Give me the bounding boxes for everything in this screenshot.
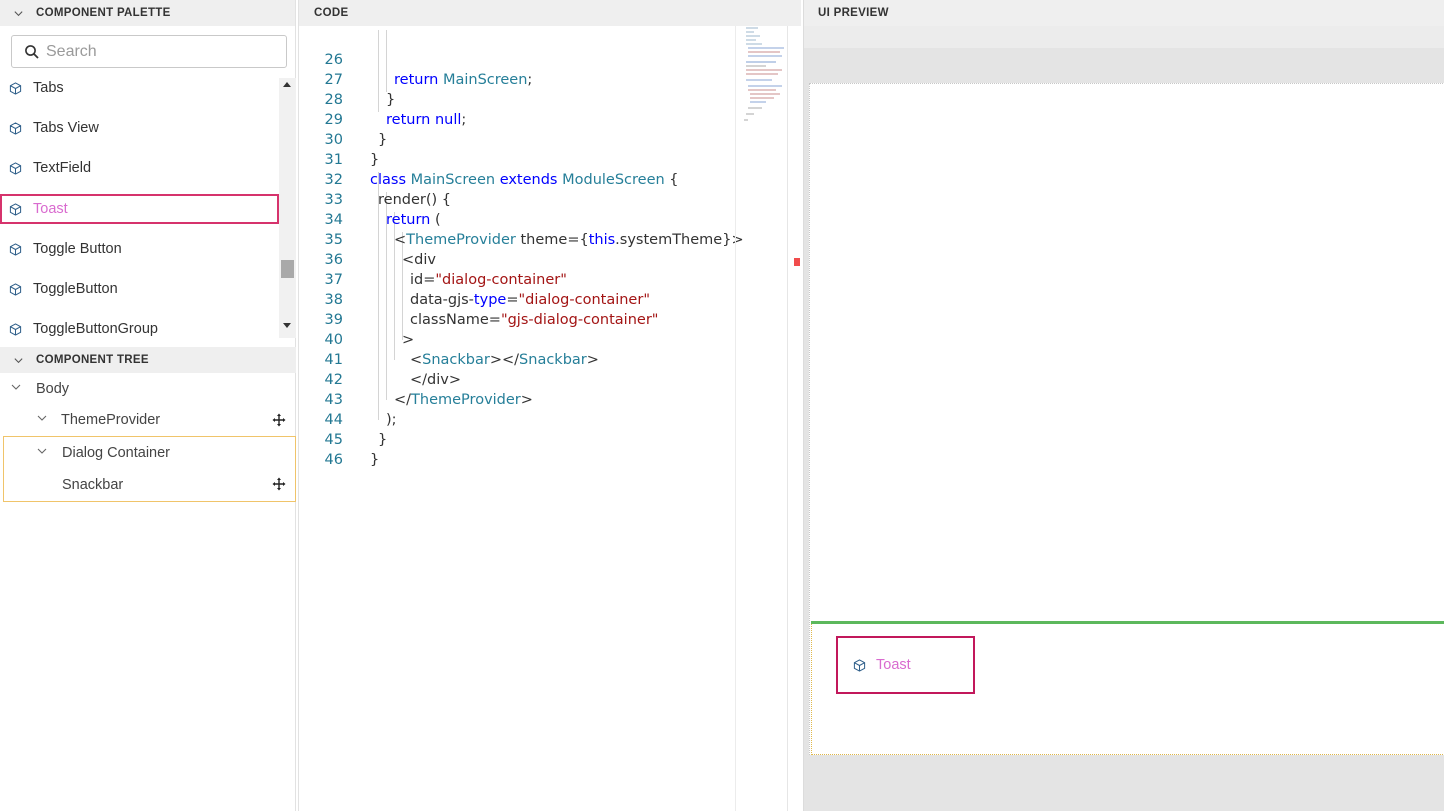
code-scrollbar[interactable] <box>787 26 801 811</box>
palette-item-togglebutton[interactable]: ToggleButton <box>0 274 279 304</box>
tree-node-label: ThemeProvider <box>61 412 161 428</box>
code-line: 43 ); <box>299 370 735 428</box>
left-panel: COMPONENT PALETTE Tabs Tabs View TextFie… <box>0 0 296 811</box>
scroll-down-arrow-icon[interactable] <box>283 323 291 328</box>
tree-node-label: Snackbar <box>62 477 124 493</box>
code-line: 29 } <box>299 90 735 148</box>
code-text: } <box>370 452 380 468</box>
palette-item-togglebuttongroup[interactable]: ToggleButtonGroup <box>0 314 279 340</box>
minimap-preview <box>744 27 784 121</box>
code-panel: CODE 26 return MainScreen; 27 } 28 retur… <box>298 0 801 811</box>
palette-item-label: Toast <box>33 201 68 217</box>
palette-scrollbar[interactable] <box>279 78 296 338</box>
cube-icon <box>9 322 22 336</box>
code-line: 41 </div> <box>299 330 735 388</box>
tree-node-themeprovider[interactable]: ThemeProvider <box>36 405 160 435</box>
palette-item-toast[interactable]: Toast <box>0 194 279 224</box>
code-line: 42 </ThemeProvider> <box>299 350 735 408</box>
drop-indicator <box>811 621 1444 624</box>
code-line: 34 <ThemeProvider theme={this.systemThem… <box>299 190 744 248</box>
scroll-up-arrow-icon[interactable] <box>283 82 291 87</box>
tree-node-label: Body <box>36 381 70 397</box>
palette-item-label: ToggleButtonGroup <box>33 321 158 337</box>
code-line: 37 data-gjs-type="dialog-container" <box>299 250 735 308</box>
code-title: CODE <box>314 7 349 19</box>
cube-icon <box>9 161 22 175</box>
search-input[interactable] <box>46 42 266 61</box>
preview-toolbar-strip <box>804 26 1444 48</box>
cube-icon <box>9 282 22 296</box>
code-line: 45 } <box>299 410 735 468</box>
chevron-down-icon[interactable] <box>10 381 22 397</box>
error-marker <box>794 258 800 266</box>
code-line: 28 return null; <box>299 70 735 128</box>
code-line: 46 <box>299 430 735 468</box>
palette-item-textfield[interactable]: TextField <box>0 153 279 183</box>
palette-item-tabs-view[interactable]: Tabs View <box>0 113 279 143</box>
ui-preview-panel: UI PREVIEW Toast <box>803 0 1444 811</box>
cube-icon <box>853 658 866 672</box>
cube-icon <box>9 121 22 135</box>
chevron-down-icon[interactable] <box>0 8 36 19</box>
tree-node-snackbar[interactable]: Snackbar <box>62 470 123 500</box>
cube-icon <box>9 81 22 95</box>
code-line: 32 render() { <box>299 150 735 208</box>
line-number: 46 <box>324 452 343 468</box>
component-palette-title: COMPONENT PALETTE <box>36 7 171 19</box>
cube-icon <box>9 242 22 256</box>
palette-item-label: Tabs <box>33 80 64 96</box>
toast-label: Toast <box>876 657 911 673</box>
code-line: 26 return MainScreen; <box>299 30 735 88</box>
chevron-down-icon[interactable] <box>36 412 48 428</box>
dragged-toast-component[interactable]: Toast <box>836 636 975 694</box>
code-line: 38 className="gjs-dialog-container" <box>299 270 735 328</box>
code-line: 33 return ( <box>299 170 735 228</box>
ui-preview-header: UI PREVIEW <box>804 0 1444 26</box>
palette-item-label: TextField <box>33 160 92 176</box>
chevron-down-icon[interactable] <box>36 445 48 461</box>
palette-item-label: Tabs View <box>33 120 99 136</box>
scrollbar-thumb[interactable] <box>281 260 294 278</box>
component-tree-header[interactable]: COMPONENT TREE <box>0 347 296 373</box>
palette-list: Tabs Tabs View TextField Toast Toggle Bu… <box>0 68 279 340</box>
palette-item-label: ToggleButton <box>33 281 118 297</box>
code-line: 36 id="dialog-container" <box>299 230 735 288</box>
move-icon[interactable] <box>272 477 286 491</box>
code-header: CODE <box>299 0 801 26</box>
move-icon[interactable] <box>272 413 286 427</box>
code-line: 39 > <box>299 290 735 348</box>
ui-preview-title: UI PREVIEW <box>818 7 889 19</box>
code-line: 27 } <box>299 50 735 108</box>
search-icon <box>25 44 39 59</box>
chevron-down-icon[interactable] <box>0 355 36 366</box>
code-line: 40 <Snackbar></Snackbar> <box>299 310 735 368</box>
cube-icon <box>9 202 22 216</box>
palette-item-label: Toggle Button <box>33 241 122 257</box>
palette-item-toggle-button[interactable]: Toggle Button <box>0 234 279 264</box>
search-field[interactable] <box>11 35 287 68</box>
code-line: 35 <div <box>299 210 735 268</box>
code-line: 31 class MainScreen extends ModuleScreen… <box>299 130 735 188</box>
code-line: 44 } <box>299 390 735 448</box>
tree-node-body[interactable]: Body <box>10 374 69 404</box>
code-minimap[interactable] <box>735 26 789 811</box>
component-tree-title: COMPONENT TREE <box>36 354 149 366</box>
code-line: 30 } <box>299 110 735 168</box>
tree-node-label: Dialog Container <box>62 445 171 461</box>
palette-item-tabs[interactable]: Tabs <box>0 73 279 103</box>
tree-node-dialog-container[interactable]: Dialog Container <box>36 438 170 468</box>
component-palette-header[interactable]: COMPONENT PALETTE <box>0 0 295 26</box>
